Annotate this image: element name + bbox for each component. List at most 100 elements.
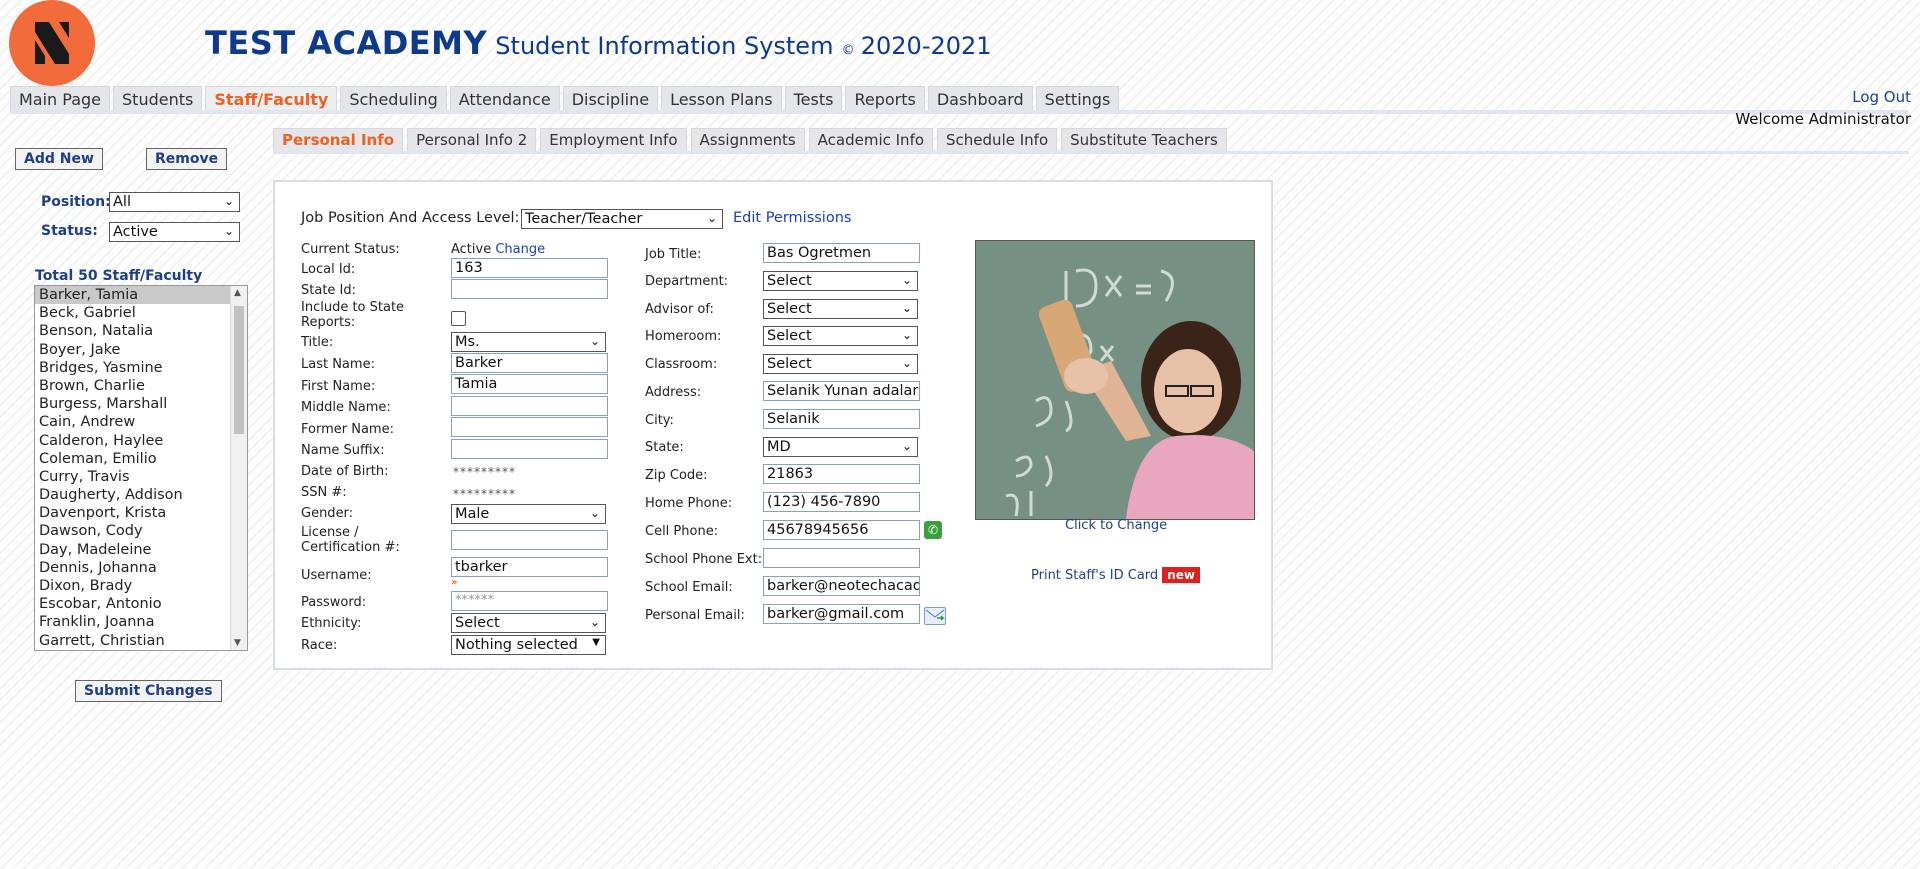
chevron-down-icon: ⌄	[223, 224, 234, 238]
title-select[interactable]: Ms. ⌄	[451, 332, 606, 352]
staff-list-item[interactable]: Escobar, Antonio	[35, 595, 247, 613]
ethnicity-select[interactable]: Select ⌄	[451, 613, 606, 633]
school-ext-input[interactable]	[763, 548, 920, 568]
address-input[interactable]: Selanik Yunan adalari	[763, 381, 920, 401]
ethnicity-label: Ethnicity:	[301, 616, 362, 631]
staff-list-item[interactable]: Davenport, Krista	[35, 504, 247, 522]
staff-list-item[interactable]: Barker, Tamia	[35, 286, 247, 305]
logo-mark-icon	[35, 22, 69, 64]
print-id-link[interactable]: Print Staff's ID Card	[1031, 568, 1158, 583]
staff-list-item[interactable]: Cain, Andrew	[35, 413, 247, 431]
personal-email-input[interactable]: barker@gmail.com	[763, 604, 920, 624]
staff-list-item[interactable]: Curry, Travis	[35, 468, 247, 486]
generate-username-icon[interactable]: »	[451, 577, 457, 588]
last-name-label: Last Name:	[301, 357, 375, 372]
last-name-input[interactable]: Barker	[451, 353, 608, 373]
tab-employment-info[interactable]: Employment Info	[540, 128, 687, 153]
tab-personal-info-2[interactable]: Personal Info 2	[407, 128, 537, 153]
scroll-down-icon[interactable]: ▼	[234, 638, 241, 648]
staff-list-item[interactable]: Beck, Gabriel	[35, 304, 247, 322]
staff-list-item[interactable]: Dixon, Brady	[35, 577, 247, 595]
name-suffix-input[interactable]	[451, 439, 608, 459]
password-input[interactable]: ******	[451, 591, 608, 611]
state-select[interactable]: MD ⌄	[763, 437, 918, 457]
school-email-input[interactable]: barker@neotechacademy.com	[763, 576, 920, 596]
race-select[interactable]: Nothing selected ▼	[451, 635, 606, 655]
job-title-input[interactable]: Bas Ogretmen	[763, 243, 920, 263]
staff-list-item[interactable]: Boyer, Jake	[35, 341, 247, 359]
former-name-input[interactable]	[451, 417, 608, 437]
advisor-label: Advisor of:	[645, 302, 714, 317]
department-select[interactable]: Select ⌄	[763, 271, 918, 291]
job-title-label: Job Title:	[645, 247, 702, 262]
include-state-checkbox[interactable]	[451, 311, 466, 326]
tab-academic-info[interactable]: Academic Info	[808, 128, 934, 153]
classroom-select[interactable]: Select ⌄	[763, 354, 918, 374]
cell-phone-input[interactable]: 45678945656	[763, 520, 920, 540]
edit-permissions-link[interactable]: Edit Permissions	[733, 210, 851, 226]
homeroom-select[interactable]: Select ⌄	[763, 326, 918, 346]
status-select[interactable]: Active ⌄	[109, 222, 240, 242]
scrollbar-thumb[interactable]	[234, 306, 244, 434]
position-select[interactable]: All ⌄	[109, 192, 240, 212]
change-status-link[interactable]: Change	[495, 242, 545, 257]
gender-select[interactable]: Male ⌄	[451, 504, 606, 524]
license-input[interactable]	[451, 530, 608, 550]
home-phone-input[interactable]: (123) 456-7890	[763, 492, 920, 512]
tab-substitute-teachers[interactable]: Substitute Teachers	[1061, 128, 1227, 153]
staff-list-item[interactable]: Coleman, Emilio	[35, 450, 247, 468]
zip-input[interactable]: 21863	[763, 464, 920, 484]
staff-list-item[interactable]: Benson, Natalia	[35, 322, 247, 340]
chevron-down-icon: ⌄	[589, 506, 600, 520]
chevron-down-icon: ⌄	[901, 356, 912, 370]
advisor-value: Select	[767, 301, 812, 317]
status-value: Active	[113, 224, 158, 240]
phone-icon[interactable]: ✆	[924, 521, 942, 539]
staff-list-item[interactable]: Brown, Charlie	[35, 377, 247, 395]
staff-list-item[interactable]: Burgess, Marshall	[35, 395, 247, 413]
first-name-input[interactable]: Tamia	[451, 374, 608, 394]
logout-link[interactable]: Log Out	[1852, 88, 1911, 106]
school-logo[interactable]	[9, 0, 95, 86]
staff-photo[interactable]	[975, 240, 1255, 520]
staff-list-item[interactable]: Daugherty, Addison	[35, 486, 247, 504]
state-id-label: State Id:	[301, 283, 357, 298]
staff-list-scrollbar[interactable]: ▲ ▼	[230, 286, 247, 650]
gender-value: Male	[455, 506, 490, 522]
submit-changes-button[interactable]: Submit Changes	[75, 680, 222, 702]
scroll-up-icon[interactable]: ▲	[234, 288, 241, 298]
staff-list[interactable]: Barker, Tamia Beck, Gabriel Benson, Natali…	[34, 285, 248, 651]
add-new-button[interactable]: Add New	[15, 148, 103, 170]
staff-list-item[interactable]: Garrett, Christian	[35, 632, 247, 650]
staff-list-item[interactable]: Dennis, Johanna	[35, 559, 247, 577]
advisor-select[interactable]: Select ⌄	[763, 299, 918, 319]
username-input[interactable]: tbarker	[451, 557, 608, 577]
remove-button[interactable]: Remove	[146, 148, 228, 170]
chevron-down-icon: ⌄	[901, 273, 912, 287]
username-label: Username:	[301, 568, 372, 583]
tab-schedule-info[interactable]: Schedule Info	[937, 128, 1058, 153]
tab-assignments[interactable]: Assignments	[690, 128, 805, 153]
city-input[interactable]: Selanik	[763, 409, 920, 429]
send-email-icon[interactable]	[924, 607, 946, 625]
first-name-label: First Name:	[301, 379, 376, 394]
photo-change-link[interactable]: Click to Change	[1065, 518, 1167, 533]
former-name-label: Former Name:	[301, 422, 394, 437]
job-position-select[interactable]: Teacher/Teacher ⌄	[521, 209, 723, 229]
staff-list-item[interactable]: Bridges, Yasmine	[35, 359, 247, 377]
ssn-masked[interactable]: *********	[453, 487, 516, 501]
tab-personal-info[interactable]: Personal Info	[273, 128, 404, 153]
chevron-down-icon: ⌄	[706, 211, 717, 225]
sub-nav: Personal Info Personal Info 2 Employment…	[273, 128, 1227, 153]
homeroom-label: Homeroom:	[645, 329, 722, 344]
dob-masked[interactable]: *********	[453, 465, 516, 479]
local-id-input[interactable]: 163	[451, 258, 608, 278]
cell-phone-label: Cell Phone:	[645, 524, 719, 539]
staff-list-item[interactable]: Dawson, Cody	[35, 522, 247, 540]
staff-list-item[interactable]: Day, Madeleine	[35, 541, 247, 559]
staff-list-item[interactable]: Franklin, Joanna	[35, 613, 247, 631]
middle-name-input[interactable]	[451, 396, 608, 416]
state-id-input[interactable]	[451, 279, 608, 299]
staff-list-item[interactable]: Calderon, Haylee	[35, 432, 247, 450]
homeroom-value: Select	[767, 328, 812, 344]
